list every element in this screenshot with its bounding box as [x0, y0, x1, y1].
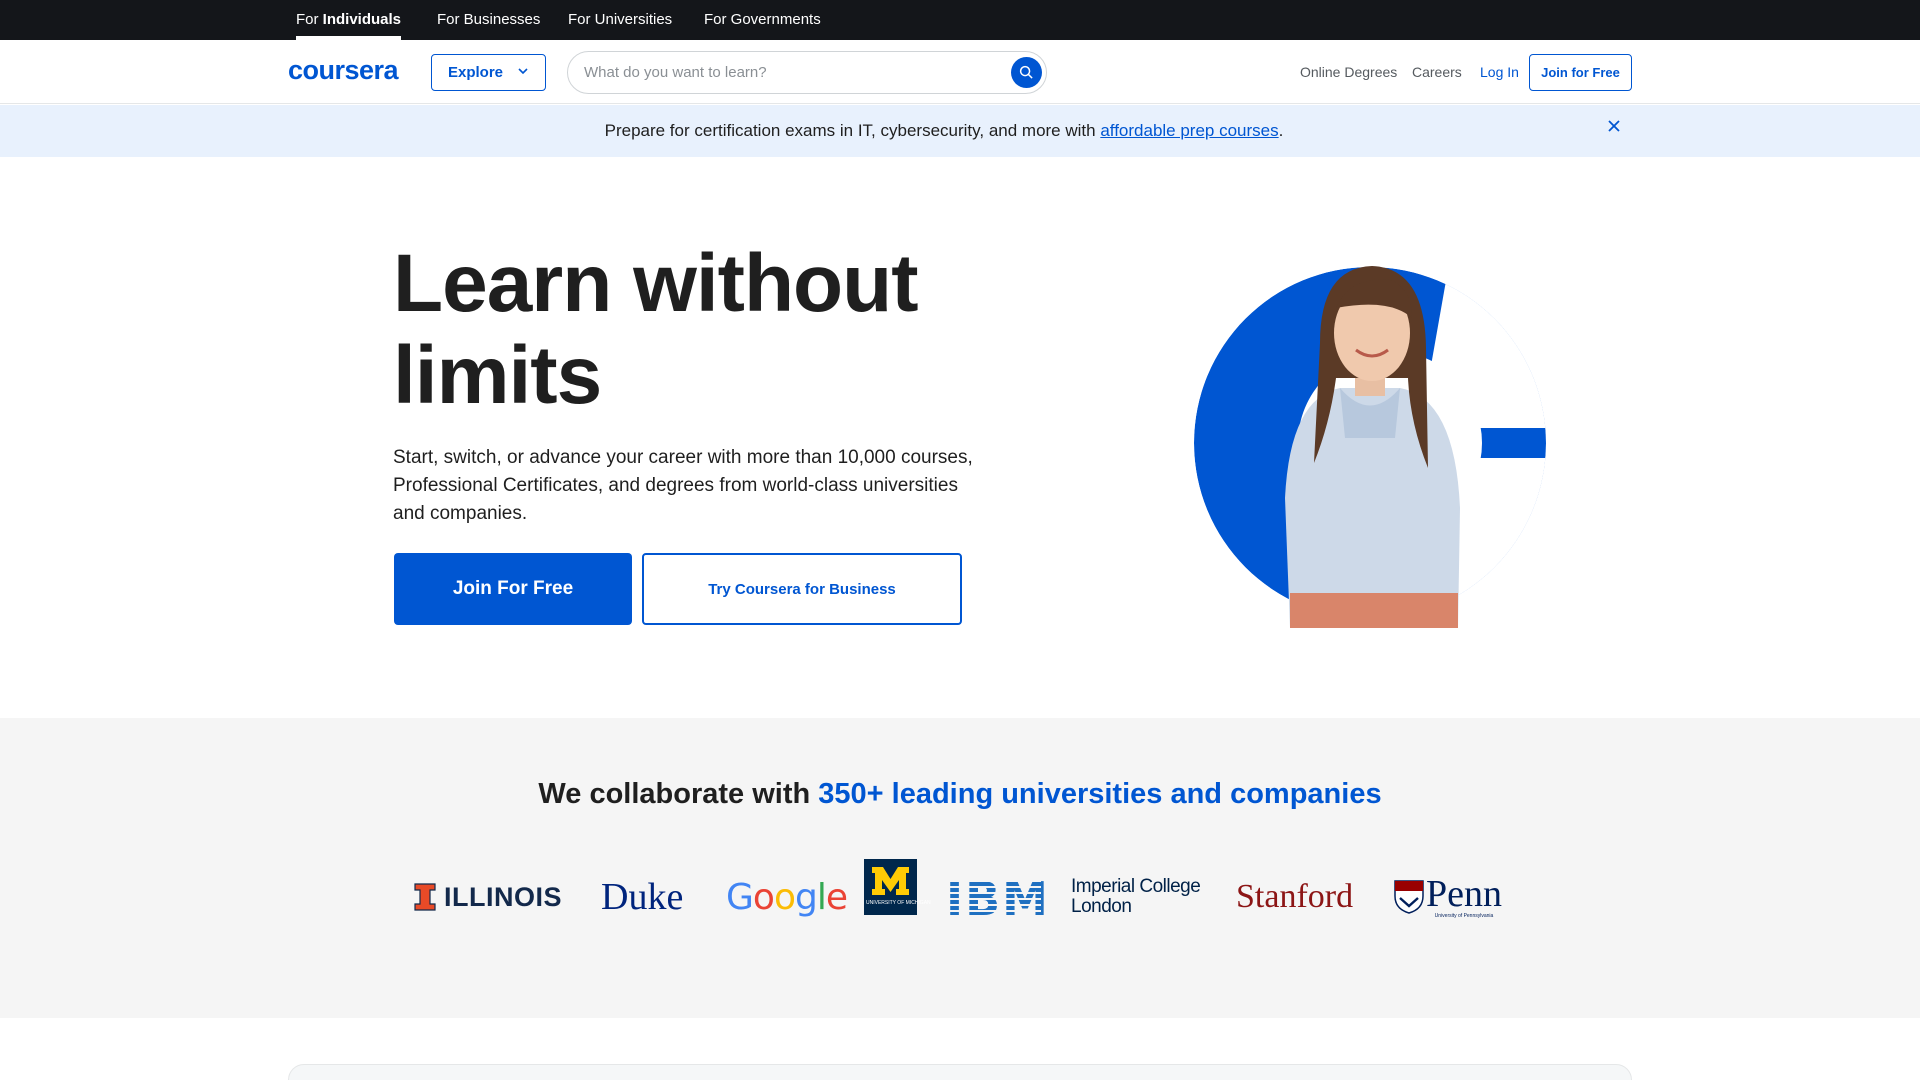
explore-label: Explore: [448, 64, 504, 81]
search-input[interactable]: [584, 52, 984, 93]
hero-image: [1190, 248, 1550, 628]
search-box: [567, 51, 1047, 94]
audience-bar: For Individuals For Businesses For Unive…: [0, 0, 1920, 40]
michigan-caption: UNIVERSITY OF MICHIGAN: [866, 900, 931, 906]
penn-wordmark: Penn: [1426, 873, 1502, 915]
google-letter: l: [816, 876, 827, 918]
banner-period: .: [1278, 121, 1284, 140]
hero-title: Learn without limits: [393, 238, 919, 421]
search-button[interactable]: [1011, 57, 1042, 88]
illinois-wordmark: ILLINOIS: [444, 881, 562, 912]
explore-button[interactable]: Explore: [431, 54, 546, 91]
duke-wordmark: Duke: [601, 876, 684, 918]
careers-link[interactable]: Careers: [1412, 40, 1462, 104]
promo-banner: Prepare for certification exams in IT, c…: [0, 105, 1920, 157]
google-letter: o: [773, 876, 796, 918]
site-header: coursera Explore Online Degrees Careers …: [0, 40, 1920, 104]
imperial-line1: Imperial College: [1071, 876, 1201, 897]
chevron-down-icon: [517, 64, 529, 81]
penn-shield-icon: [1394, 880, 1424, 914]
prep-courses-link[interactable]: affordable prep courses: [1100, 121, 1278, 140]
try-coursera-business-button[interactable]: Try Coursera for Business: [642, 553, 962, 625]
online-degrees-link[interactable]: Online Degrees: [1300, 40, 1397, 104]
stanford-wordmark: Stanford: [1236, 878, 1354, 915]
imperial-line2: London: [1071, 896, 1132, 917]
hero-subtitle: Start, switch, or advance your career wi…: [393, 447, 973, 524]
ibm-logo[interactable]: IBM: [946, 868, 1048, 926]
google-letter: g: [794, 876, 818, 918]
partners-section: We collaborate with 350+ leading univers…: [0, 718, 1920, 1018]
tab-for-governments[interactable]: For Governments: [704, 0, 821, 40]
penn-subtitle: University of Pennsylvania: [1434, 913, 1494, 919]
michigan-badge: UNIVERSITY OF MICHIGAN: [864, 859, 931, 915]
partners-heading-prefix: We collaborate with: [538, 778, 819, 810]
penn-logo[interactable]: Penn University of Pennsylvania: [1394, 868, 1502, 926]
michigan-logo[interactable]: UNIVERSITY OF MICHIGAN: [864, 859, 931, 915]
close-icon: [1608, 120, 1620, 132]
illinois-block-i-icon: [414, 883, 436, 911]
stanford-logo[interactable]: Stanford: [1236, 868, 1353, 926]
google-logo[interactable]: Google: [726, 868, 848, 926]
banner-text: Prepare for certification exams in IT, c…: [0, 105, 1888, 157]
partners-link[interactable]: 350+ leading universities and companies: [818, 778, 1381, 810]
join-for-free-button[interactable]: Join for Free: [1529, 54, 1632, 91]
google-letter: G: [726, 876, 754, 918]
search-icon: [1019, 65, 1033, 79]
tab-for-individuals[interactable]: For Individuals: [296, 0, 402, 40]
ibm-mark: IBM: [946, 872, 1048, 926]
duke-logo[interactable]: Duke: [601, 868, 683, 926]
tab-emphasis: Individuals: [322, 11, 402, 28]
login-link[interactable]: Log In: [1480, 40, 1519, 104]
banner-message: Prepare for certification exams in IT, c…: [604, 121, 1101, 140]
illinois-logo[interactable]: ILLINOIS: [414, 868, 562, 926]
google-letter: e: [825, 876, 848, 918]
imperial-logo[interactable]: Imperial College London: [1071, 868, 1201, 926]
google-letter: o: [752, 876, 775, 918]
next-section-card: [288, 1064, 1632, 1080]
tab-prefix: For: [296, 11, 323, 28]
tab-for-businesses[interactable]: For Businesses: [437, 0, 540, 40]
partners-heading: We collaborate with 350+ leading univers…: [0, 778, 1920, 811]
coursera-logo[interactable]: coursera: [288, 55, 399, 86]
tab-for-universities[interactable]: For Universities: [568, 0, 672, 40]
block-m-icon: [872, 867, 909, 895]
hero-join-free-button[interactable]: Join For Free: [394, 553, 632, 625]
close-banner-button[interactable]: [1606, 118, 1622, 134]
